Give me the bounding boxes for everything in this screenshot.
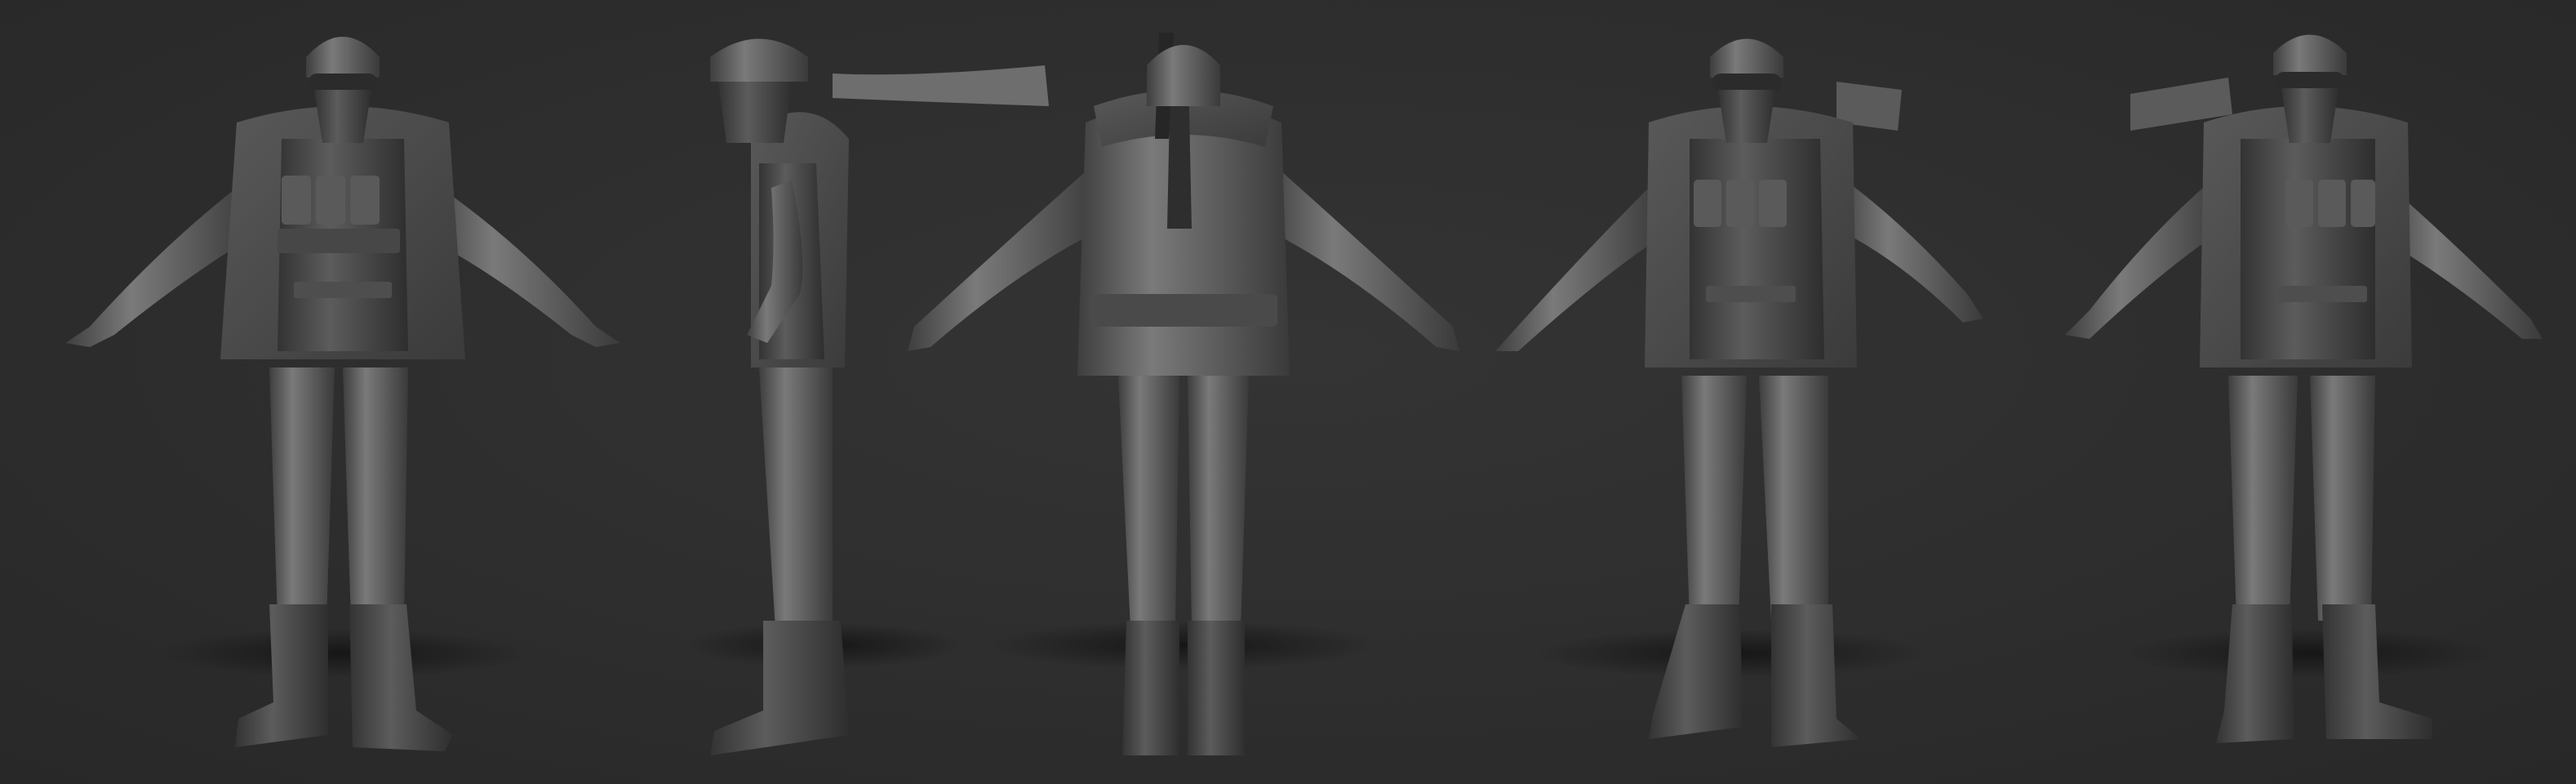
ground-shadow [988, 621, 1379, 670]
render-canvas [0, 0, 2576, 784]
character-back-view [898, 0, 1469, 784]
ground-shadow [2122, 629, 2498, 678]
character-three-quarter-left-view [1486, 0, 2016, 784]
character-front-view [33, 0, 637, 784]
character-three-quarter-right-view [2041, 0, 2563, 784]
ground-shadow [155, 629, 531, 678]
